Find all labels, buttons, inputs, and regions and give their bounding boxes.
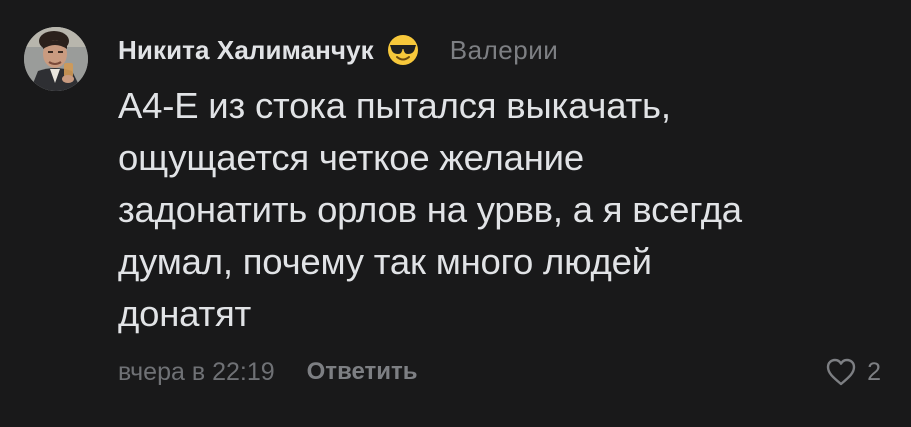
comment-text-line: думал, почему так много людей bbox=[118, 241, 652, 282]
smiling-face-with-sunglasses-icon bbox=[386, 33, 420, 67]
like-button[interactable]: 2 bbox=[825, 352, 881, 392]
avatar-image bbox=[24, 27, 88, 91]
comment: Никита Халиманчук Валерии А4-Е из стока … bbox=[0, 0, 911, 427]
author-name[interactable]: Никита Халиманчук bbox=[118, 35, 374, 66]
timestamp: вчера в 22:19 bbox=[118, 357, 275, 386]
heart-outline-icon bbox=[825, 357, 857, 387]
comment-footer: вчера в 22:19 Ответить 2 bbox=[118, 352, 881, 392]
comment-text-line: донатят bbox=[118, 293, 252, 334]
avatar[interactable] bbox=[24, 27, 88, 91]
comment-text-line: А4-Е из стока пытался выкачать, bbox=[118, 85, 671, 126]
reply-button[interactable]: Ответить bbox=[307, 358, 418, 386]
reply-to-name[interactable]: Валерии bbox=[450, 35, 558, 66]
comment-text: А4-Е из стока пытался выкачать, ощущаетс… bbox=[118, 80, 878, 340]
comment-text-line: задонатить орлов на урвв, а я всегда bbox=[118, 189, 742, 230]
likes-count: 2 bbox=[867, 357, 881, 386]
comment-text-line: ощущается четкое желание bbox=[118, 137, 584, 178]
comment-header: Никита Халиманчук Валерии bbox=[118, 30, 558, 70]
